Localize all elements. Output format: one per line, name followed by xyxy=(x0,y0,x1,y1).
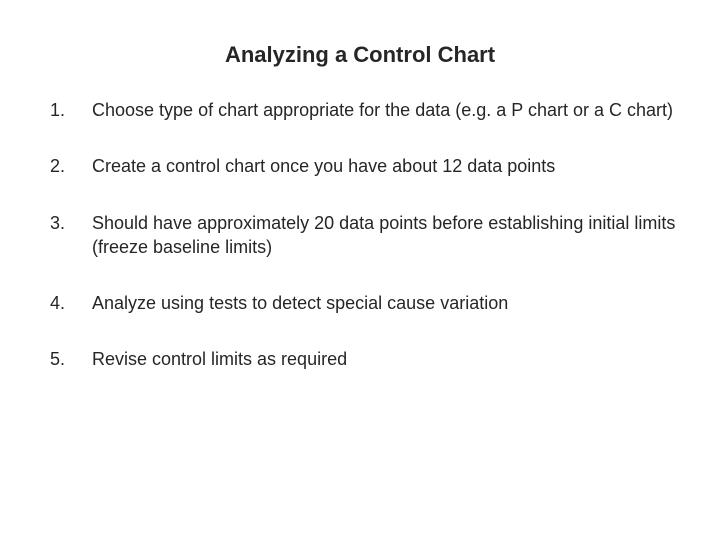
ordered-list: Choose type of chart appropriate for the… xyxy=(40,98,680,372)
list-item: Choose type of chart appropriate for the… xyxy=(40,98,680,122)
list-item: Revise control limits as required xyxy=(40,347,680,371)
list-item: Create a control chart once you have abo… xyxy=(40,154,680,178)
list-item-text: Analyze using tests to detect special ca… xyxy=(92,291,508,315)
list-item-text: Choose type of chart appropriate for the… xyxy=(92,98,673,122)
list-item: Should have approximately 20 data points… xyxy=(40,211,680,260)
list-item-text: Create a control chart once you have abo… xyxy=(92,154,555,178)
list-item-text: Revise control limits as required xyxy=(92,347,347,371)
list-item-text: Should have approximately 20 data points… xyxy=(92,211,680,260)
slide: Analyzing a Control Chart Choose type of… xyxy=(0,0,720,540)
list-item: Analyze using tests to detect special ca… xyxy=(40,291,680,315)
page-title: Analyzing a Control Chart xyxy=(40,42,680,68)
